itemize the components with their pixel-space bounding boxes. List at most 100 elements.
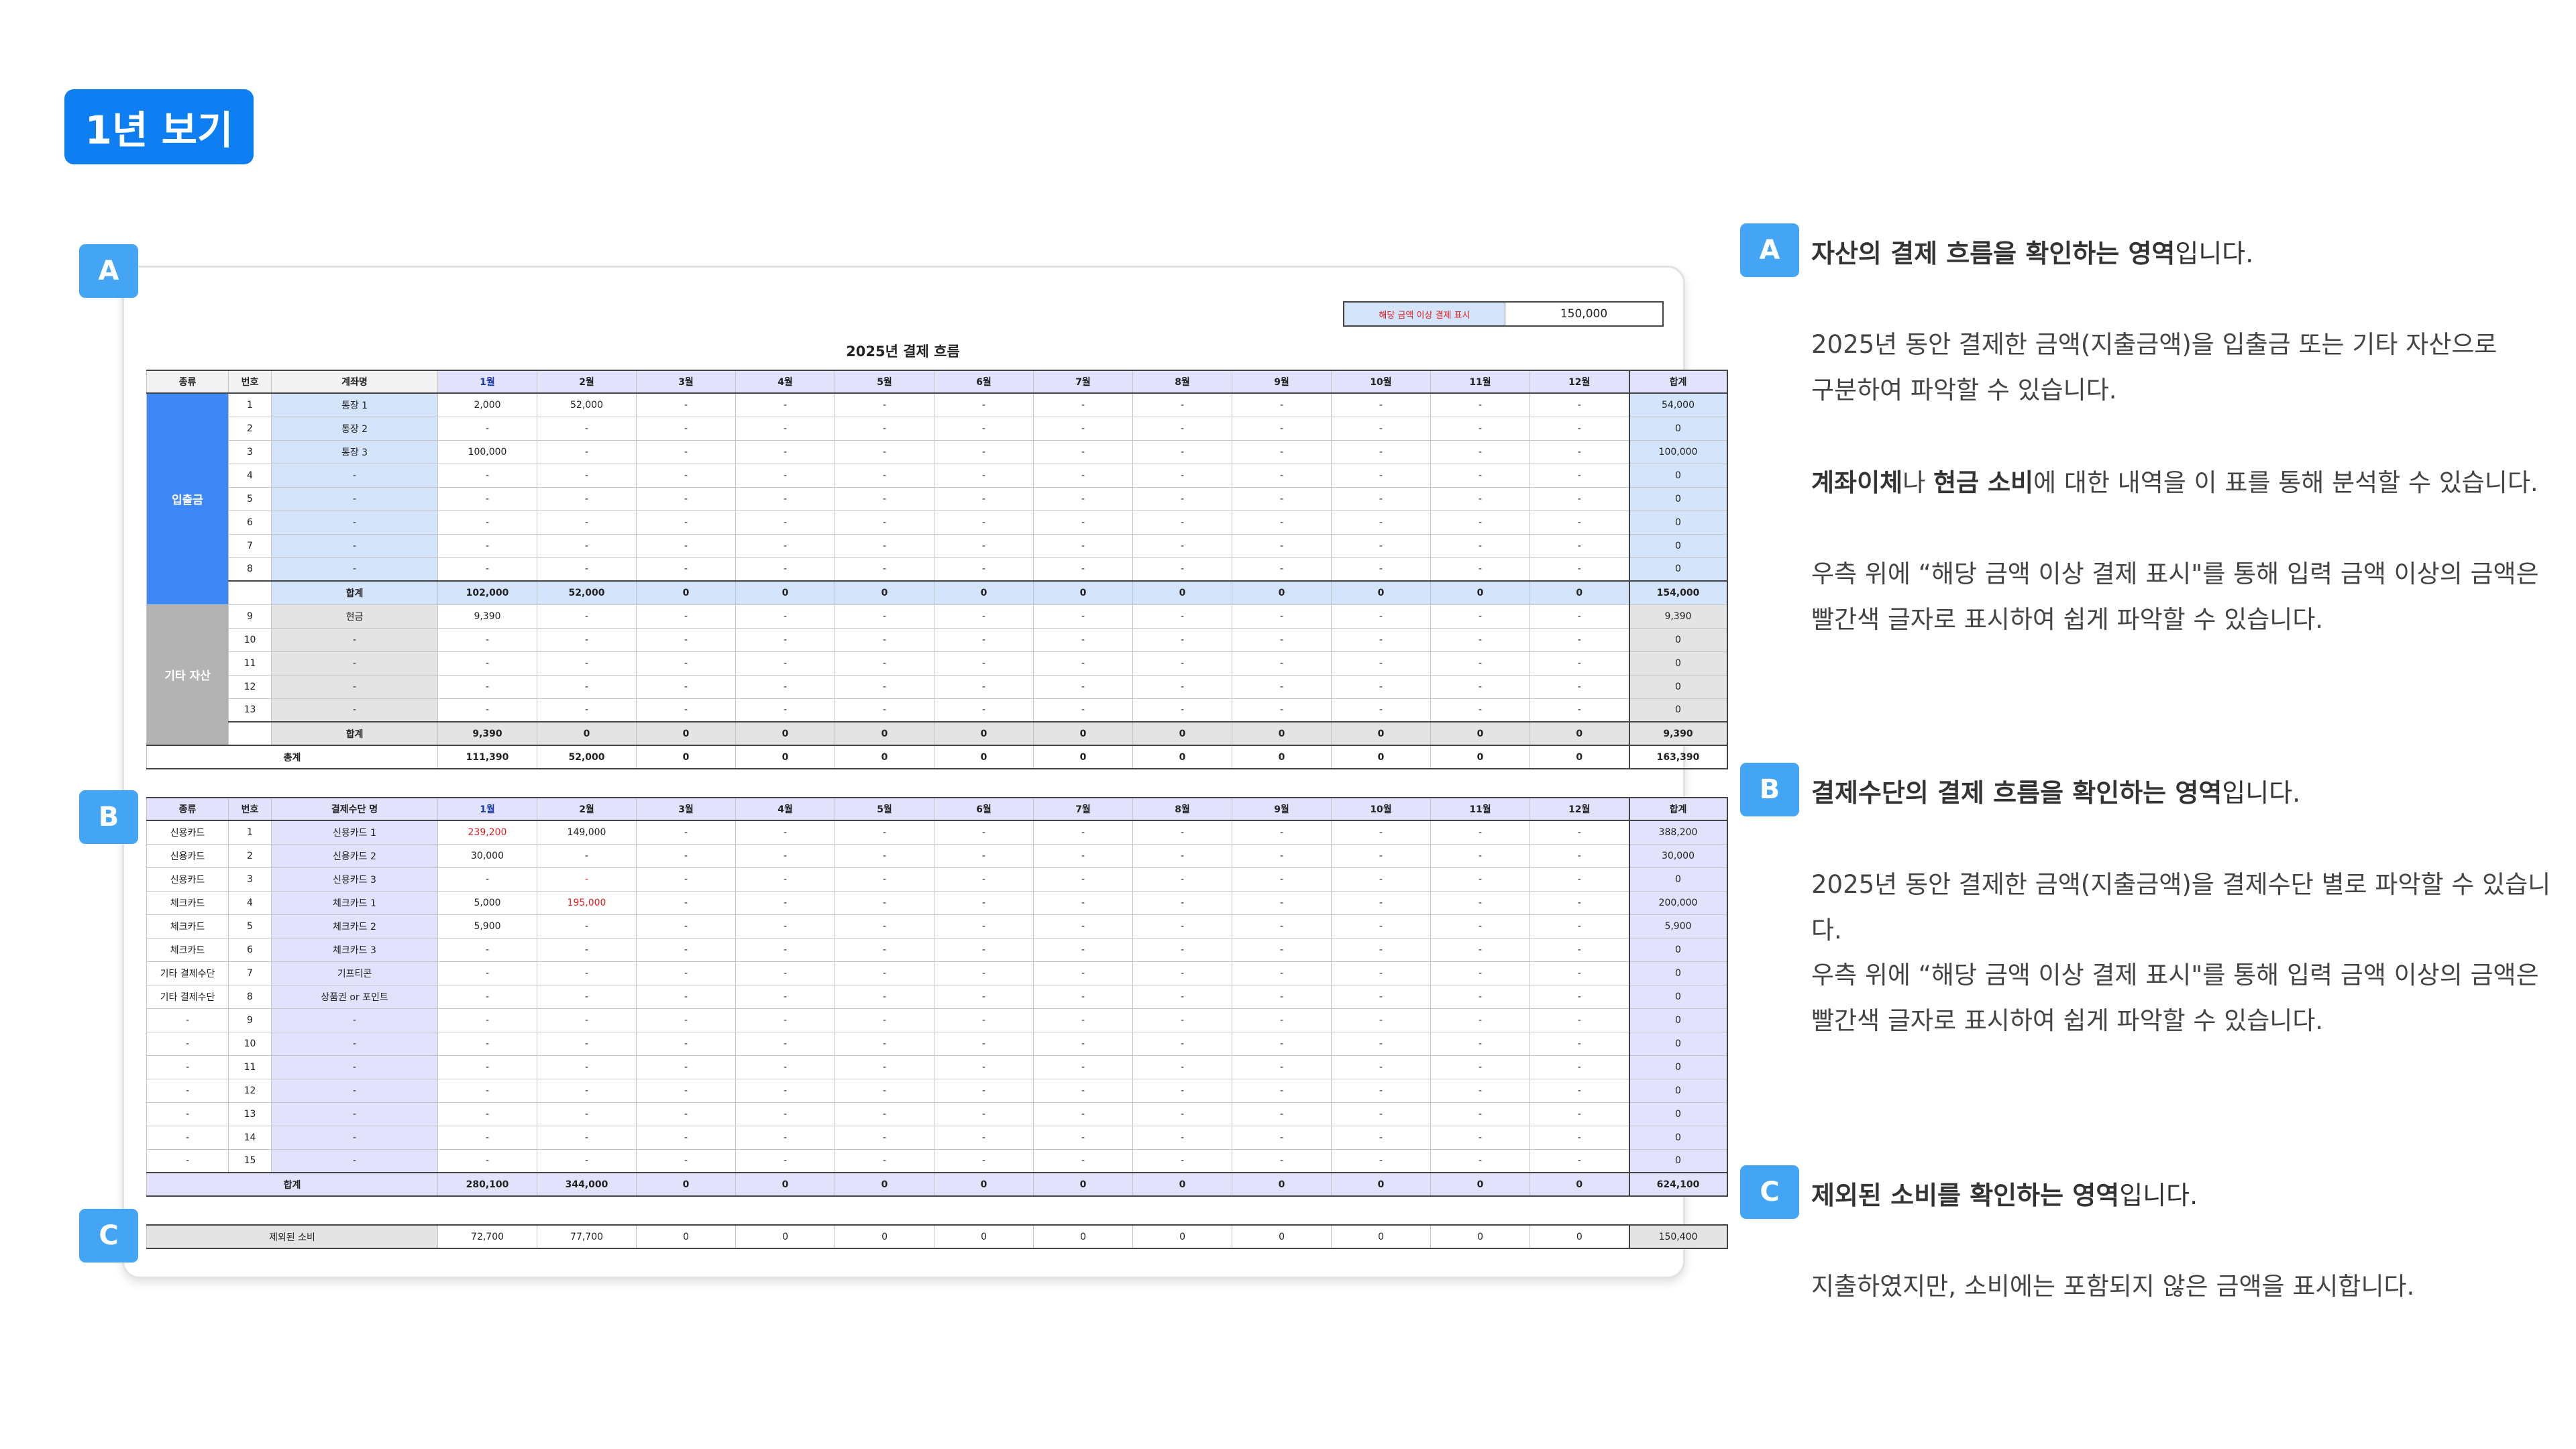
payment-total-value: 280,100	[437, 1172, 537, 1197]
month-value: -	[1132, 439, 1232, 464]
payment-name-cell: 상품권 or 포인트	[271, 984, 438, 1009]
table-row: 6-------------0	[147, 510, 1728, 535]
month-value: -	[1430, 533, 1530, 558]
month-value: -	[1529, 533, 1629, 558]
month-value: -	[1430, 843, 1530, 868]
excluded-value: 0	[735, 1224, 836, 1249]
month-value: -	[835, 392, 934, 417]
payment-total-value: 0	[835, 1172, 934, 1197]
payment-type-cell: 체크카드	[146, 914, 229, 938]
month-value: -	[835, 510, 934, 535]
month-value: -	[1232, 1148, 1332, 1173]
month-value: -	[636, 627, 736, 652]
month-value: -	[1232, 984, 1332, 1009]
subtotal-value: 0	[1331, 580, 1431, 605]
row-number: 14	[228, 1125, 272, 1150]
grand-total-value: 111,390	[437, 745, 537, 769]
subtotal-value: 0	[1529, 580, 1629, 605]
month-value: -	[1232, 557, 1332, 582]
month-value: -	[636, 961, 736, 985]
payment-name-cell: -	[271, 1055, 438, 1079]
month-value: -	[735, 820, 835, 845]
payment-name-cell: -	[271, 1125, 438, 1150]
month-value: -	[1430, 867, 1530, 892]
grand-total-value: 0	[636, 745, 736, 769]
month-value: -	[537, 1031, 637, 1056]
grand-total-row: 총계 111,390 52,000 0 0 0 0 0 0 0 0 0 0 163,390	[146, 745, 1728, 769]
month-value: -	[934, 439, 1034, 464]
row-total-cell: 54,000	[1628, 392, 1728, 417]
month-value: -	[1430, 486, 1530, 511]
payment-type-cell: -	[146, 1031, 229, 1056]
month-value: -	[1132, 843, 1232, 868]
note-c-marker: C	[1740, 1165, 1799, 1219]
grand-total-value: 0	[1132, 745, 1232, 769]
month-value: -	[1232, 533, 1332, 558]
payment-total-value: 0	[934, 1172, 1034, 1197]
month-value: -	[1529, 698, 1629, 722]
row-total-cell: 0	[1628, 674, 1728, 699]
month-value: -	[1331, 1078, 1431, 1103]
header-month: 7월	[1033, 797, 1133, 821]
month-value: -	[735, 698, 835, 722]
month-value: -	[934, 1125, 1034, 1150]
month-value: 195,000	[537, 890, 637, 915]
payment-name-cell: -	[271, 1102, 438, 1126]
subtotal-value: 0	[835, 721, 934, 746]
month-value: -	[1132, 1102, 1232, 1126]
month-value: -	[636, 1148, 736, 1173]
header-month: 8월	[1132, 797, 1232, 821]
month-value: -	[1430, 1102, 1530, 1126]
table-row: 신용카드 2 신용카드 2 30,000- - - - - - - - - - -30,000	[146, 843, 1728, 868]
month-value: -	[437, 867, 537, 892]
threshold-box: 해당 금액 이상 결제 표시 150,000	[1343, 301, 1664, 327]
month-value: -	[1331, 961, 1431, 985]
month-value: -	[1132, 1148, 1232, 1173]
month-value: -	[1033, 557, 1133, 582]
header-month: 4월	[735, 797, 835, 821]
month-value: -	[735, 1102, 835, 1126]
table-row: 2 통장 2------------0	[147, 416, 1728, 441]
row-total-cell: 0	[1628, 1031, 1728, 1056]
month-value: -	[1430, 698, 1530, 722]
table-row: -14- - - - - - - - - - - - -0	[146, 1125, 1728, 1150]
header-name: 결제수단 명	[271, 797, 438, 821]
month-value: -	[1033, 914, 1133, 938]
month-value: -	[636, 439, 736, 464]
month-value: -	[1331, 1055, 1431, 1079]
month-value: -	[537, 867, 637, 892]
month-value: -	[537, 486, 637, 511]
month-value: -	[1529, 1102, 1629, 1126]
payment-total-value: 0	[1430, 1172, 1530, 1197]
month-value: 100,000	[437, 439, 537, 464]
month-value: -	[835, 820, 934, 845]
month-value: -	[1331, 867, 1431, 892]
month-value: -	[1033, 416, 1133, 441]
month-value: -	[636, 843, 736, 868]
month-value: -	[835, 914, 934, 938]
note-b-p2: 우측 위에 “해당 금액 이상 결제 표시"를 통해 입력 금액 이상의 금액은…	[1811, 961, 2539, 1035]
month-value: -	[1232, 937, 1332, 962]
grand-total-label: 총계	[146, 745, 438, 769]
month-value: -	[835, 1102, 934, 1126]
month-value: -	[735, 510, 835, 535]
header-total: 합계	[1628, 370, 1728, 394]
row-total-cell: 0	[1628, 486, 1728, 511]
table-row: -9-------------0	[146, 1008, 1728, 1032]
row-total-cell: 0	[1628, 627, 1728, 652]
row-number: 13	[228, 1102, 272, 1126]
table-row: -10- - - - - - - - - - - - -0	[146, 1031, 1728, 1056]
row-number: 7	[228, 533, 272, 558]
header-name: 계좌명	[271, 370, 438, 394]
month-value: -	[835, 890, 934, 915]
month-value: -	[1529, 1055, 1629, 1079]
subtotal-row: 합계 102,000 52,000 0 0 0 0 0 0 0 0 0 0 154,000	[147, 580, 1728, 605]
header-num: 번호	[228, 370, 272, 394]
month-value: -	[934, 604, 1034, 629]
month-value: -	[735, 890, 835, 915]
threshold-input[interactable]: 150,000	[1505, 303, 1662, 325]
month-value: -	[1033, 1008, 1133, 1032]
payment-type-cell: 체크카드	[146, 890, 229, 915]
month-value: -	[1430, 1055, 1530, 1079]
row-total-cell: 100,000	[1628, 439, 1728, 464]
